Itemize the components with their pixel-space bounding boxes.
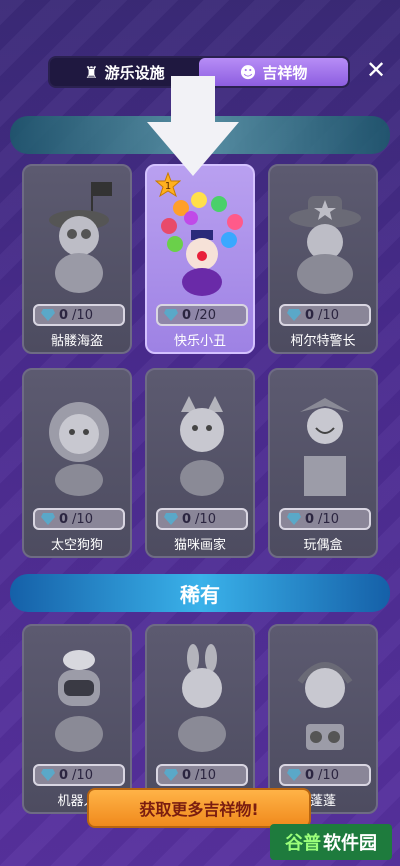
gem-icon [287, 769, 301, 781]
cat-painter-image [180, 396, 224, 496]
ferris-wheel-icon: ♜ [84, 62, 99, 82]
mascot-card-jack-in-box[interactable]: 0/10 玩偶盒 [268, 368, 378, 558]
mascot-name: 骷髅海盗 [50, 334, 103, 349]
progress-counter: 0/10 [279, 508, 371, 530]
progress-counter: 0/10 [33, 304, 125, 326]
mascot-name: 太空狗狗 [50, 538, 103, 553]
count-total: /10 [195, 511, 216, 527]
count-total: /10 [72, 511, 93, 527]
gem-icon [164, 513, 178, 525]
sheriff-image [289, 196, 361, 294]
progress-counter: 0/10 [279, 764, 371, 786]
count-value: 0 [59, 511, 69, 527]
mascot-card-sheriff[interactable]: 0/10 柯尔特警长 [268, 164, 378, 354]
space-dog-image [49, 402, 109, 496]
gem-icon [287, 513, 301, 525]
gem-icon [41, 769, 55, 781]
jack-in-box-image [300, 398, 350, 496]
progress-counter: 0/10 [279, 304, 371, 326]
mascot-name: 猫咪画家 [173, 538, 226, 553]
count-value: 0 [305, 307, 315, 323]
mascot-card-dj[interactable]: 0/10 蓬蓬 [268, 624, 378, 814]
close-button[interactable]: ✕ [364, 58, 388, 82]
get-more-mascots-button[interactable]: 获取更多吉祥物! [87, 788, 311, 828]
gem-icon [164, 309, 178, 321]
count-value: 0 [59, 307, 69, 323]
count-value: 0 [59, 767, 69, 783]
clown-icon: ☻ [239, 62, 257, 82]
mascot-card-skeleton-pirate[interactable]: 0/10 骷髅海盗 [22, 164, 132, 354]
watermark-part1: 谷普 [285, 833, 321, 854]
progress-counter: 0/10 [33, 764, 125, 786]
skeleton-pirate-image [49, 182, 112, 293]
mascot-name: 柯尔特警长 [290, 334, 356, 349]
count-value: 0 [182, 767, 192, 783]
count-total: /10 [318, 307, 339, 323]
progress-counter: 0/10 [156, 508, 248, 530]
robot-image [55, 650, 103, 752]
count-total: /10 [72, 307, 93, 323]
progress-counter: 0/10 [33, 508, 125, 530]
progress-counter: 0/10 [156, 764, 248, 786]
section-title: 稀有 [180, 582, 220, 607]
gem-icon [287, 309, 301, 321]
mascot-card-robot[interactable]: 0/10 机器人 [22, 624, 132, 814]
gem-icon [41, 309, 55, 321]
mascot-card-cat-painter[interactable]: 0/10 猫咪画家 [145, 368, 255, 558]
count-value: 0 [305, 511, 315, 527]
mascot-card-bunny[interactable]: 0/10 [145, 624, 255, 814]
cta-label: 获取更多吉祥物! [139, 800, 259, 819]
mascot-name: 快乐小丑 [173, 334, 226, 349]
count-total: /20 [195, 307, 216, 323]
tab-mascots-label: 吉祥物 [262, 63, 308, 82]
watermark-part2: 软件园 [323, 833, 377, 854]
gem-icon [164, 769, 178, 781]
count-total: /10 [318, 511, 339, 527]
dj-image [297, 662, 353, 750]
section-banner-rare: 稀有 [10, 574, 390, 612]
count-total: /10 [318, 767, 339, 783]
count-total: /10 [72, 767, 93, 783]
mascot-card-space-dog[interactable]: 0/10 太空狗狗 [22, 368, 132, 558]
count-value: 0 [182, 307, 192, 323]
count-value: 0 [305, 767, 315, 783]
gem-icon [41, 513, 55, 525]
arrow-down-icon [147, 76, 239, 176]
star-badge-number: 1 [165, 181, 171, 192]
count-value: 0 [182, 511, 192, 527]
progress-counter: 0/20 [156, 304, 248, 326]
bunny-image [178, 644, 226, 752]
mascot-card-happy-clown[interactable]: 1 0/20 快乐小丑 [145, 164, 255, 354]
mascot-name: 玩偶盒 [303, 538, 343, 553]
count-total: /10 [195, 767, 216, 783]
watermark-logo: 谷普 软件园 [270, 824, 392, 860]
